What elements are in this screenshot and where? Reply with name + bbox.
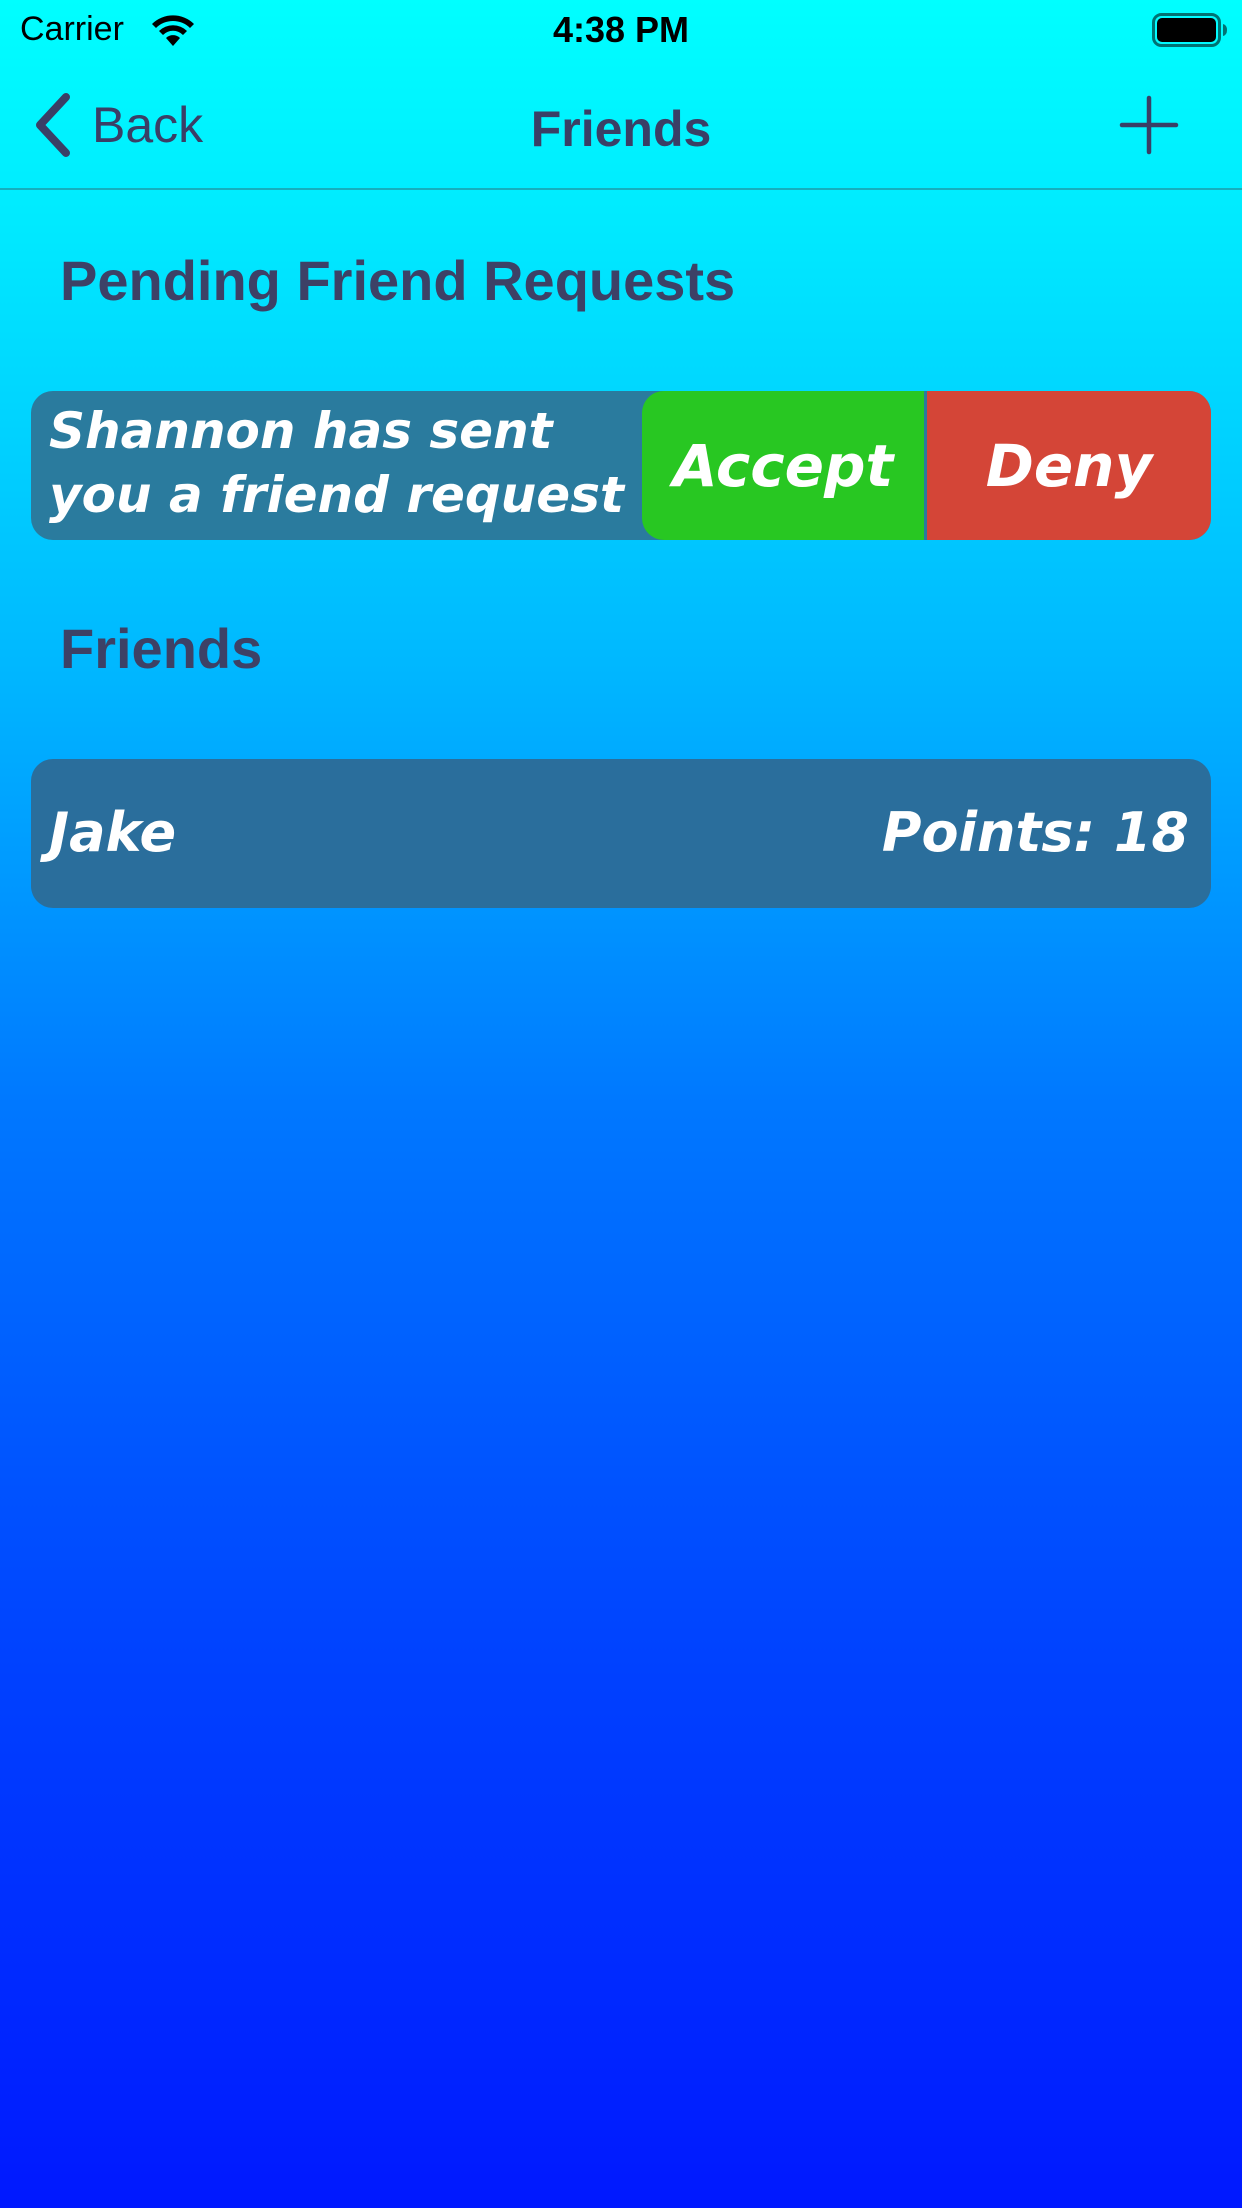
status-bar: Carrier 4:38 PM	[0, 0, 1242, 62]
friend-points: Points: 18	[881, 801, 1189, 864]
status-time: 4:38 PM	[552, 9, 690, 50]
accept-label: Accept	[672, 431, 894, 500]
add-friend-button[interactable]	[1118, 94, 1180, 156]
pending-requests-header: Pending Friend Requests	[60, 249, 736, 312]
friend-request-row: Shannon has sent you a friend request Ac…	[31, 391, 1211, 540]
friends-header: Friends	[60, 617, 263, 680]
plus-icon	[1119, 95, 1179, 155]
accept-button[interactable]: Accept	[642, 391, 924, 540]
friend-name: Jake	[49, 801, 177, 864]
navigation-bar: Back Friends	[0, 62, 1242, 190]
battery-icon	[1152, 13, 1227, 47]
friend-request-message: Shannon has sent you a friend request	[49, 402, 624, 524]
page-title: Friends	[530, 101, 712, 157]
friend-row[interactable]: Jake Points: 18	[31, 759, 1211, 908]
deny-label: Deny	[985, 431, 1153, 500]
deny-button[interactable]: Deny	[927, 391, 1211, 540]
